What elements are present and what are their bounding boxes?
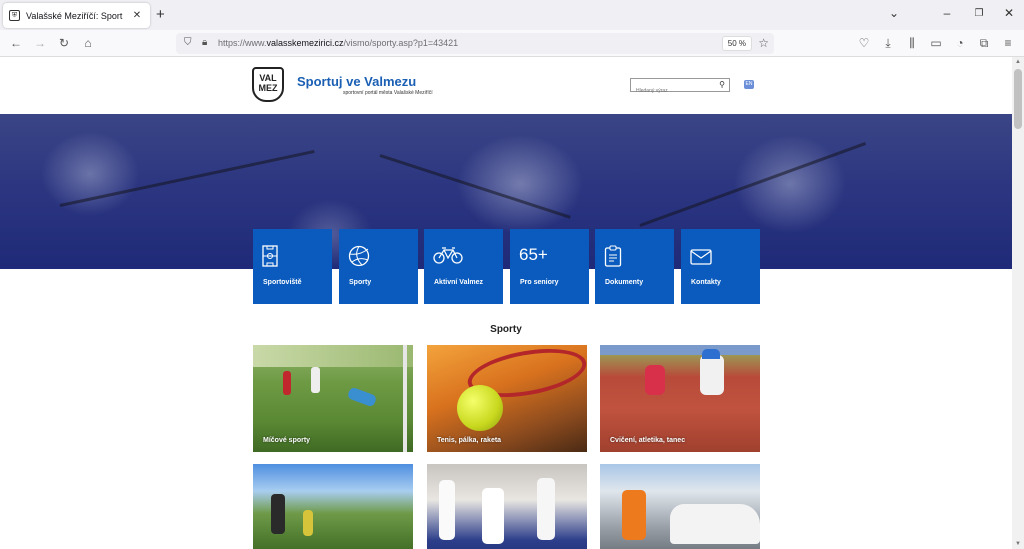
- player-figure: [283, 371, 291, 395]
- pocket-icon[interactable]: ♡: [856, 36, 872, 50]
- new-tab-button[interactable]: +: [156, 7, 165, 22]
- bookmark-star-icon[interactable]: ☆: [758, 36, 769, 50]
- goalkeeper-figure: [346, 386, 378, 408]
- site-subtitle: sportovní portál města Valašské Meziříčí: [343, 90, 433, 96]
- scroll-down-icon[interactable]: ▼: [1012, 541, 1024, 547]
- extensions-icon[interactable]: ⧉: [976, 36, 992, 50]
- card-label: Cvičení, atletika, tanec: [610, 437, 686, 444]
- restore-window-icon[interactable]: ❐: [970, 8, 988, 19]
- tab-list-chevron-icon[interactable]: ⌄: [885, 6, 903, 20]
- ball-icon: [348, 245, 370, 267]
- close-window-icon[interactable]: ✕: [1000, 6, 1018, 20]
- card-bojove-sporty[interactable]: [427, 464, 587, 549]
- browser-tab-bar: ⛨ Valašské Meziříčí: Sport ✕ + ⌄ – ❐ ✕: [0, 0, 1024, 30]
- envelope-icon: [690, 249, 712, 265]
- tab-title: Valašské Meziříčí: Sport: [26, 10, 123, 21]
- section-title: Sporty: [490, 324, 522, 335]
- city-logo[interactable]: VAL MEZ: [252, 67, 284, 102]
- tile-sportoviste[interactable]: Sportoviště: [253, 229, 332, 304]
- tile-label: Sportoviště: [263, 279, 302, 286]
- tile-dokumenty[interactable]: Dokumenty: [595, 229, 674, 304]
- tile-label: Kontakty: [691, 279, 721, 286]
- marshal-figure: [622, 490, 646, 540]
- goal-post: [403, 345, 407, 452]
- url-text[interactable]: https://www.valasskemezirici.cz/vismo/sp…: [218, 38, 458, 48]
- downloads-icon[interactable]: ⤓: [880, 36, 896, 50]
- rally-car-shape: [670, 504, 760, 544]
- tab-close-icon[interactable]: ✕: [130, 10, 144, 21]
- card-photo-bg: [253, 345, 413, 367]
- judoka-figure: [439, 480, 455, 540]
- menu-icon[interactable]: ≡: [1000, 36, 1016, 50]
- cap-shape: [702, 349, 720, 359]
- cyclist-figure: [303, 510, 313, 536]
- card-label: Míčové sporty: [263, 437, 311, 444]
- 65plus-icon: 65+: [519, 245, 548, 264]
- browser-nav-bar: ← → ↻ ⌂ ⛉ 🔒︎ https://www.valasskemeziric…: [0, 30, 1024, 57]
- sidebar-icon[interactable]: ▭: [928, 36, 944, 50]
- search-box: ⚲: [630, 78, 730, 97]
- account-icon[interactable]: ◔: [952, 36, 968, 50]
- page-viewport: VAL MEZ Sportuj ve Valmezu sportovní por…: [0, 57, 1012, 549]
- language-switch-icon[interactable]: EN: [744, 80, 754, 89]
- tile-pro-seniory[interactable]: 65+ Pro seniory: [510, 229, 589, 304]
- reload-icon[interactable]: ↻: [56, 36, 72, 50]
- card-label: Tenis, pálka, raketa: [437, 437, 502, 444]
- site-header: VAL MEZ Sportuj ve Valmezu sportovní por…: [0, 57, 1012, 114]
- tennis-ball: [457, 385, 503, 431]
- scroll-up-icon[interactable]: ▲: [1012, 59, 1024, 65]
- judoka-figure: [482, 488, 504, 544]
- tile-aktivni-valmez[interactable]: Aktivní Valmez: [424, 229, 503, 304]
- tile-kontakty[interactable]: Kontakty: [681, 229, 760, 304]
- clipboard-icon: [604, 245, 622, 267]
- page-scrollbar[interactable]: ▲ ▼: [1012, 57, 1024, 549]
- search-icon[interactable]: ⚲: [719, 80, 725, 89]
- card-micove-sporty[interactable]: Míčové sporty: [253, 345, 413, 452]
- site-title[interactable]: Sportuj ve Valmezu: [297, 74, 416, 89]
- card-tenis[interactable]: Tenis, pálka, raketa: [427, 345, 587, 452]
- tile-label: Pro seniory: [520, 279, 559, 286]
- card-photo-bg: [600, 345, 760, 355]
- runner-figure: [645, 365, 665, 395]
- shield-icon[interactable]: ⛉: [184, 37, 192, 48]
- tile-label: Sporty: [349, 279, 372, 286]
- hero-stick-shape: [379, 154, 571, 219]
- tile-sporty[interactable]: Sporty: [339, 229, 418, 304]
- cyclist-figure: [271, 494, 285, 534]
- card-cviceni[interactable]: Cvičení, atletika, tanec: [600, 345, 760, 452]
- bicycle-icon: [433, 247, 463, 264]
- back-arrow-icon[interactable]: ←: [8, 36, 24, 50]
- home-icon[interactable]: ⌂: [80, 36, 96, 50]
- minimize-window-icon[interactable]: –: [938, 6, 956, 20]
- child-figure: [700, 355, 724, 395]
- lock-icon[interactable]: 🔒︎: [202, 37, 207, 48]
- search-input[interactable]: [631, 85, 715, 97]
- tile-label: Aktivní Valmez: [434, 279, 484, 286]
- scrollbar-thumb[interactable]: [1014, 69, 1022, 129]
- tile-label: Dokumenty: [605, 279, 644, 286]
- logo-text: VAL MEZ: [258, 73, 278, 93]
- url-bar[interactable]: ⛉ 🔒︎ https://www.valasskemezirici.cz/vis…: [176, 33, 774, 54]
- browser-tab[interactable]: ⛨ Valašské Meziříčí: Sport ✕: [3, 3, 150, 28]
- forward-arrow-icon[interactable]: →: [32, 36, 48, 50]
- zoom-indicator[interactable]: 50 %: [721, 36, 752, 51]
- card-motorsport[interactable]: [600, 464, 760, 549]
- player-figure: [311, 367, 320, 393]
- hero-stick-shape: [59, 149, 315, 207]
- field-icon: [262, 245, 278, 267]
- site-favicon-icon: ⛨: [9, 10, 20, 21]
- hero-banner: [0, 114, 1012, 269]
- hero-stick-shape: [639, 142, 867, 227]
- library-icon[interactable]: ⫼: [904, 36, 920, 50]
- judoka-figure: [537, 478, 555, 540]
- card-cyklistika[interactable]: [253, 464, 413, 549]
